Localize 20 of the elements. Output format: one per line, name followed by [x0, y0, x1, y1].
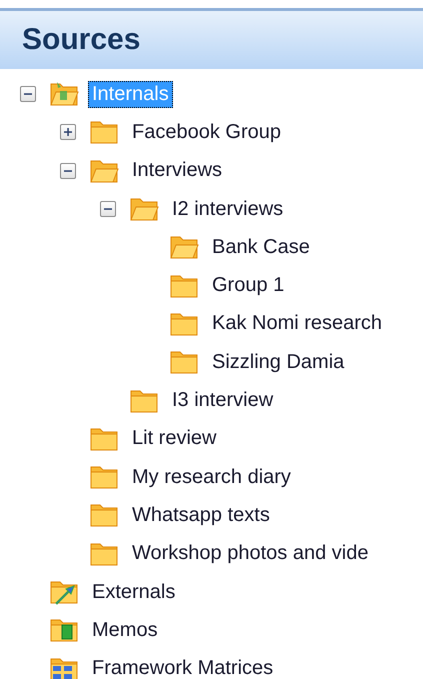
expand-icon[interactable] — [60, 124, 76, 140]
collapse-icon[interactable] — [100, 201, 116, 218]
tree-item[interactable]: Lit review — [128, 425, 220, 452]
tree-item[interactable]: Whatsapp texts — [128, 502, 274, 529]
tree-item[interactable]: Sizzling Damia — [208, 348, 348, 376]
tree-item[interactable]: My research diary — [128, 464, 295, 491]
tree-item[interactable]: Bank Case — [208, 234, 314, 261]
tree-item[interactable]: I2 interviews — [168, 196, 288, 223]
tree-item[interactable]: Memos — [88, 616, 162, 644]
tree-item[interactable]: I3 interview — [168, 387, 278, 414]
tree-item[interactable]: Externals — [88, 578, 180, 606]
tree-item[interactable]: Interviews — [128, 157, 226, 184]
tree-item[interactable]: Group 1 — [208, 272, 288, 300]
panel-title: Sources — [22, 23, 140, 57]
tree-item[interactable]: Facebook Group — [128, 118, 285, 146]
tree-item[interactable]: Framework Matrices — [88, 655, 278, 679]
tree-item[interactable]: Workshop photos and vide — [128, 540, 372, 568]
collapse-icon[interactable] — [20, 86, 36, 102]
collapse-icon[interactable] — [60, 162, 76, 179]
tree-item[interactable]: Kak Nomi research — [208, 310, 386, 338]
